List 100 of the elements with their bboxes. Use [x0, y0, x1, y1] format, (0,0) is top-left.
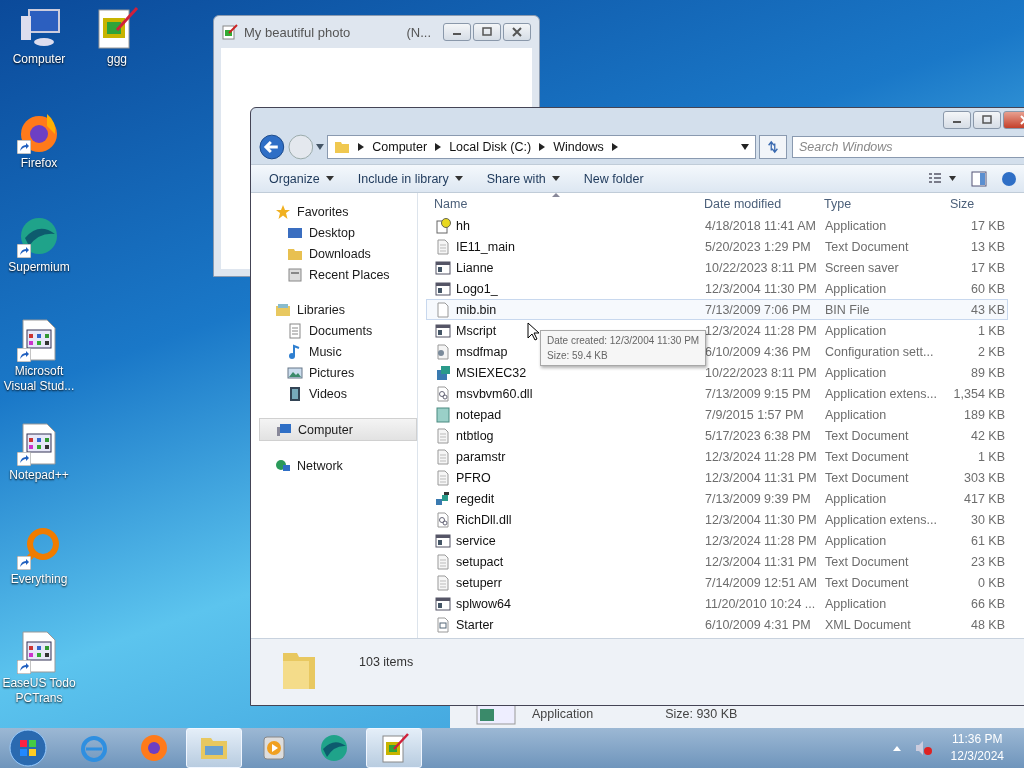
size-cell-text: 60 KB — [969, 281, 1005, 296]
size-cell-text: 1,354 KB — [952, 386, 1005, 401]
desktop-icon-label[interactable]: Microsoft Visual Stud... — [1, 364, 77, 394]
toolbar-button[interactable]: Include in library — [349, 167, 471, 190]
navigation-item[interactable]: Libraries — [259, 299, 417, 320]
file-name: msdfmap — [456, 344, 508, 359]
navigation-item[interactable]: Computer — [259, 418, 417, 441]
navigation-item[interactable]: Desktop — [259, 222, 417, 243]
refresh-button[interactable] — [759, 135, 787, 159]
date-cell-text: 11/20/2010 10:24 ... — [705, 596, 817, 611]
computer-icon — [276, 421, 292, 438]
breadcrumb-item[interactable]: Local Disk (C:) — [449, 140, 532, 154]
application-icon — [435, 532, 451, 549]
date-cell-text: 6/10/2009 4:31 PM — [705, 617, 812, 632]
desktop-icon-label[interactable]: ggg — [79, 52, 155, 67]
window-title: (N... — [406, 24, 431, 40]
size-cell-text: 0 KB — [976, 575, 1005, 590]
maximize-button[interactable] — [973, 111, 1001, 129]
size-cell-text: 23 KB — [969, 554, 1005, 569]
type-cell-text: Application — [825, 218, 888, 233]
item-count: 103 items — [359, 655, 414, 669]
gear-file-icon — [435, 511, 451, 528]
type-cell-text: Application — [825, 323, 888, 338]
type-cell-text: Text Document — [825, 239, 910, 254]
settings-file-icon — [435, 343, 451, 360]
application-icon — [435, 259, 451, 276]
text-file-icon — [435, 238, 451, 255]
column-header[interactable]: Type — [824, 197, 944, 211]
toolbar-button[interactable]: Organize — [261, 167, 342, 190]
type-cell-text: Text Document — [825, 575, 910, 590]
application-icon — [435, 280, 451, 297]
file-name: notepad — [456, 407, 502, 422]
type-cell-text: Text Document — [825, 428, 910, 443]
date-cell-text: 12/3/2024 11:28 PM — [705, 323, 818, 338]
file-name: splwow64 — [456, 596, 511, 611]
column-header[interactable]: Date modified — [704, 197, 824, 211]
file-name: RichDll.dll — [456, 512, 512, 527]
picture-icon — [287, 364, 303, 381]
muted-speaker-icon[interactable] — [914, 740, 933, 756]
navigation-item[interactable]: Music — [259, 341, 417, 362]
navigation-item[interactable]: Pictures — [259, 362, 417, 383]
minimize-button[interactable] — [943, 111, 971, 129]
toolbar-button[interactable]: Share with — [478, 167, 568, 190]
date-cell-text: 12/3/2024 11:28 PM — [705, 533, 818, 548]
navigation-item[interactable]: Documents — [259, 320, 417, 341]
navigation-item[interactable]: Downloads — [259, 243, 417, 264]
desktop-icon-label[interactable]: Supermium — [1, 260, 77, 275]
network-icon — [275, 457, 291, 474]
desktop-icon-label[interactable]: Firefox — [1, 156, 77, 171]
help-file-icon — [435, 217, 451, 234]
file-name: Starter — [456, 617, 494, 632]
document-icon — [287, 322, 303, 339]
window-title: My beautiful photo — [244, 24, 351, 40]
file-name: MSIEXEC32 — [456, 365, 527, 380]
hovered-file-row[interactable]: mib.bin 7/13/2009 7:06 PM BIN File 43 KB — [426, 299, 1008, 320]
gear-file-icon — [435, 385, 451, 402]
file-name: Mscript — [456, 323, 497, 338]
type-cell-text: Application — [825, 491, 888, 506]
search-field[interactable]: Search Windows — [791, 136, 1024, 158]
column-header[interactable]: Name — [426, 197, 704, 211]
navigation-item[interactable]: Favorites — [259, 201, 417, 222]
breadcrumb-item[interactable]: Computer — [372, 140, 428, 154]
minimize-button[interactable] — [443, 23, 471, 41]
date-cell-text: 12/3/2004 11:31 PM — [705, 470, 818, 485]
type-cell-text: Configuration sett... — [825, 344, 935, 359]
file-name: service — [456, 533, 496, 548]
date-cell-text: 12/3/2004 11:30 PM — [705, 281, 818, 296]
column-header[interactable]: Size — [944, 197, 1010, 211]
taskbar-button[interactable] — [366, 728, 422, 768]
navigation-item[interactable]: Videos — [259, 383, 417, 404]
file-name: mib.bin — [456, 302, 497, 317]
close-button[interactable] — [503, 23, 531, 41]
refresh-icon — [766, 140, 781, 154]
taskbar-button[interactable] — [186, 728, 242, 768]
size-cell-text: 13 KB — [969, 239, 1005, 254]
type-cell-text: Application extens... — [825, 386, 938, 401]
type-cell-text: Application — [825, 533, 888, 548]
file-name: regedit — [456, 491, 495, 506]
maximize-button[interactable] — [473, 23, 501, 41]
close-icon — [512, 27, 522, 37]
size-cell-text: 2 KB — [976, 344, 1005, 359]
preview-pane-icon[interactable] — [971, 170, 987, 187]
clock-date: 12/3/2024 — [950, 748, 1004, 765]
navigation-item[interactable]: Recent Places — [259, 264, 417, 285]
picture-file-icon[interactable] — [95, 6, 139, 50]
type-cell-text: Text Document — [825, 449, 910, 464]
toolbar-button[interactable]: New folder — [575, 167, 652, 190]
tooltip-text: Size: 59.4 KB — [547, 349, 609, 363]
breadcrumb-item[interactable]: Windows — [553, 140, 604, 154]
application-icon — [435, 322, 451, 339]
caret-icon[interactable] — [741, 144, 750, 150]
view-options-icon[interactable] — [929, 172, 957, 185]
size-cell-text: 303 KB — [963, 470, 1005, 485]
type-cell-text: Application — [825, 281, 888, 296]
navigation-item[interactable]: Network — [259, 455, 417, 476]
address-bar[interactable]: Computer Local Disk (C:) Windows — [327, 135, 757, 159]
back-icon[interactable] — [259, 134, 285, 160]
chevron-icon — [611, 143, 618, 151]
desktop-icon-label[interactable]: Computer — [1, 52, 77, 67]
start-button-icon[interactable] — [8, 728, 48, 768]
